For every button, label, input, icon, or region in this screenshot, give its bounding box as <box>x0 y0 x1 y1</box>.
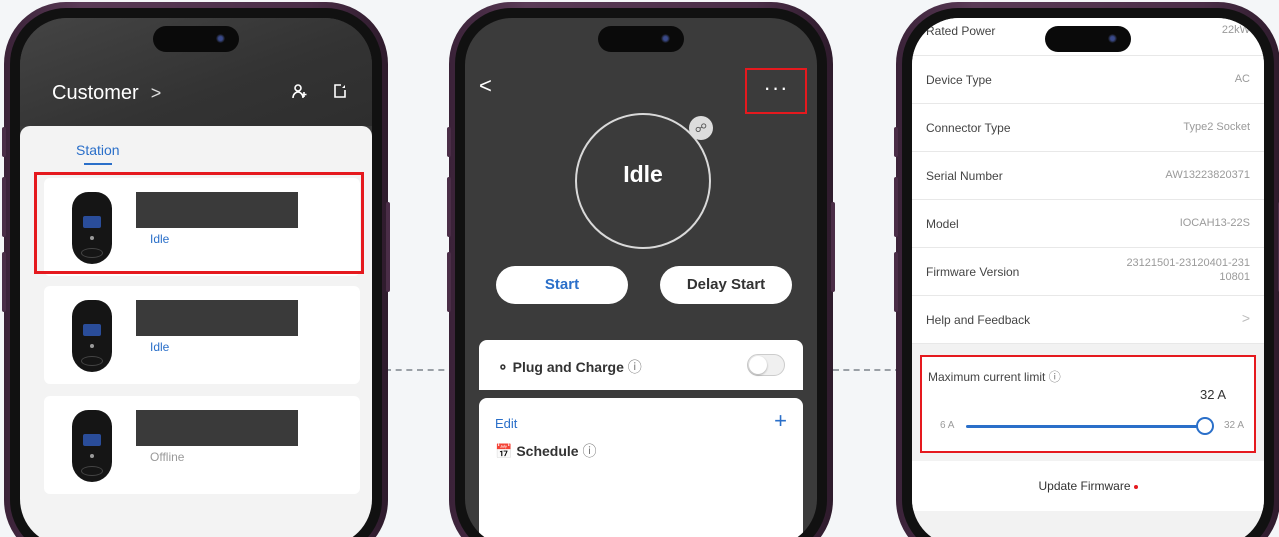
add-user-icon[interactable] <box>292 83 308 104</box>
phone-side-button <box>894 127 898 157</box>
phone-bezel: < ··· Idle ☍ Start Delay Start ⚬ Plug an… <box>455 8 827 537</box>
more-options-button[interactable]: ··· <box>745 68 807 114</box>
tab-station[interactable]: Station <box>76 142 120 165</box>
info-value: Type2 Socket <box>1183 121 1250 133</box>
plug-and-charge-toggle[interactable] <box>747 354 785 376</box>
redacted-station-name <box>136 410 298 446</box>
slider-max-label: 32 A <box>1223 420 1244 431</box>
phone-device-info: Rated Power 22kW Device Type AC Connecto… <box>894 2 1279 537</box>
chevron-right-icon: > <box>150 83 162 103</box>
info-value: AW13223820371 <box>1165 169 1250 181</box>
highlight-box <box>34 172 364 274</box>
info-icon[interactable]: ⓘ <box>582 443 596 459</box>
charger-image <box>72 410 112 482</box>
plug-icon: ⚬ <box>497 359 509 375</box>
dynamic-island <box>598 26 684 52</box>
delay-start-button[interactable]: Delay Start <box>660 266 792 304</box>
phone-bezel: Rated Power 22kW Device Type AC Connecto… <box>902 8 1274 537</box>
chevron-right-icon: > <box>1241 310 1250 326</box>
schedule-label: 📅 Schedule ⓘ <box>495 441 596 461</box>
update-firmware-text: Update Firmware <box>1038 479 1131 493</box>
slider-min-label: 6 A <box>940 420 955 431</box>
dynamic-island <box>1045 26 1131 52</box>
info-label: Rated Power <box>926 24 996 38</box>
plug-and-charge-label: ⚬ Plug and Charge ⓘ <box>497 357 642 377</box>
phone-side-button <box>447 252 451 312</box>
current-slider-track[interactable] <box>966 425 1206 428</box>
export-icon[interactable] <box>332 83 348 104</box>
plug-and-charge-text: Plug and Charge <box>512 359 624 375</box>
info-label: Serial Number <box>926 169 1003 183</box>
flow-connector <box>833 369 901 371</box>
edit-link[interactable]: Edit <box>495 416 517 431</box>
info-value: 23121501-23120401-231 10801 <box>1126 257 1250 283</box>
link-icon[interactable]: ☍ <box>689 116 713 140</box>
schedule-text: Schedule <box>516 443 579 459</box>
station-card[interactable]: Offline <box>44 396 360 494</box>
phone-charger-detail: < ··· Idle ☍ Start Delay Start ⚬ Plug an… <box>447 2 835 537</box>
station-card[interactable]: Idle <box>44 286 360 384</box>
schedule-panel: Edit + 📅 Schedule ⓘ <box>479 398 803 537</box>
max-current-title: Maximum current limit ⓘ <box>928 368 1061 385</box>
info-label: Model <box>926 217 959 231</box>
info-value: IOCAH13-22S <box>1179 217 1250 229</box>
customer-title[interactable]: Customer > <box>52 82 161 105</box>
header-icons <box>292 83 348 104</box>
phone-bezel: Customer > Station Idle Idle Offline <box>10 8 382 537</box>
info-icon[interactable]: ⓘ <box>1049 370 1061 384</box>
info-label: Device Type <box>926 73 992 87</box>
phone-customer-stations: Customer > Station Idle Idle Offline <box>2 2 390 537</box>
screen: Customer > Station Idle Idle Offline <box>20 18 372 537</box>
station-status: Offline <box>150 450 185 464</box>
stage: Customer > Station Idle Idle Offline < ·… <box>0 0 1279 537</box>
customer-title-text: Customer <box>52 82 139 104</box>
max-current-limit-panel: Maximum current limit ⓘ 32 A 6 A 32 A <box>920 355 1256 453</box>
info-row-device-type: Device Type AC <box>912 56 1264 104</box>
station-list-panel: Station Idle Idle Offline <box>20 126 372 537</box>
phone-side-button <box>2 127 6 157</box>
redacted-station-name <box>136 300 298 336</box>
back-icon[interactable]: < <box>479 73 492 99</box>
phone-side-button <box>447 177 451 237</box>
phone-side-button <box>894 177 898 237</box>
phone-side-button <box>894 252 898 312</box>
dynamic-island <box>153 26 239 52</box>
screen: < ··· Idle ☍ Start Delay Start ⚬ Plug an… <box>465 18 817 537</box>
start-button[interactable]: Start <box>496 266 628 304</box>
phone-side-button <box>447 127 451 157</box>
info-label: Help and Feedback <box>926 313 1031 327</box>
info-row-model: Model IOCAH13-22S <box>912 200 1264 248</box>
info-value: 22kW <box>1221 24 1250 36</box>
phone-side-button <box>831 202 835 292</box>
plug-and-charge-panel: ⚬ Plug and Charge ⓘ <box>479 340 803 390</box>
info-row-serial-number: Serial Number AW13223820371 <box>912 152 1264 200</box>
info-label: Firmware Version <box>926 265 1020 279</box>
info-icon[interactable]: ⓘ <box>628 359 642 375</box>
info-label: Connector Type <box>926 121 1011 135</box>
info-row-firmware-version: Firmware Version 23121501-23120401-231 1… <box>912 248 1264 296</box>
charger-image <box>72 300 112 372</box>
phone-side-button <box>2 252 6 312</box>
charger-status: Idle <box>623 161 663 187</box>
screen: Rated Power 22kW Device Type AC Connecto… <box>912 18 1264 537</box>
current-slider-thumb[interactable] <box>1196 417 1214 435</box>
flow-connector <box>385 369 455 371</box>
max-current-value: 32 A <box>1199 387 1226 402</box>
info-value: AC <box>1234 73 1250 85</box>
info-row-help-feedback[interactable]: Help and Feedback > <box>912 296 1264 344</box>
calendar-icon: 📅 <box>495 443 513 459</box>
info-row-connector-type: Connector Type Type2 Socket <box>912 104 1264 152</box>
max-current-title-text: Maximum current limit <box>928 370 1046 384</box>
update-firmware-button[interactable]: Update Firmware <box>912 461 1264 511</box>
phone-side-button <box>386 202 390 292</box>
add-icon[interactable]: + <box>774 408 787 434</box>
phone-side-button <box>2 177 6 237</box>
notification-dot <box>1133 484 1138 489</box>
station-status: Idle <box>150 340 170 354</box>
